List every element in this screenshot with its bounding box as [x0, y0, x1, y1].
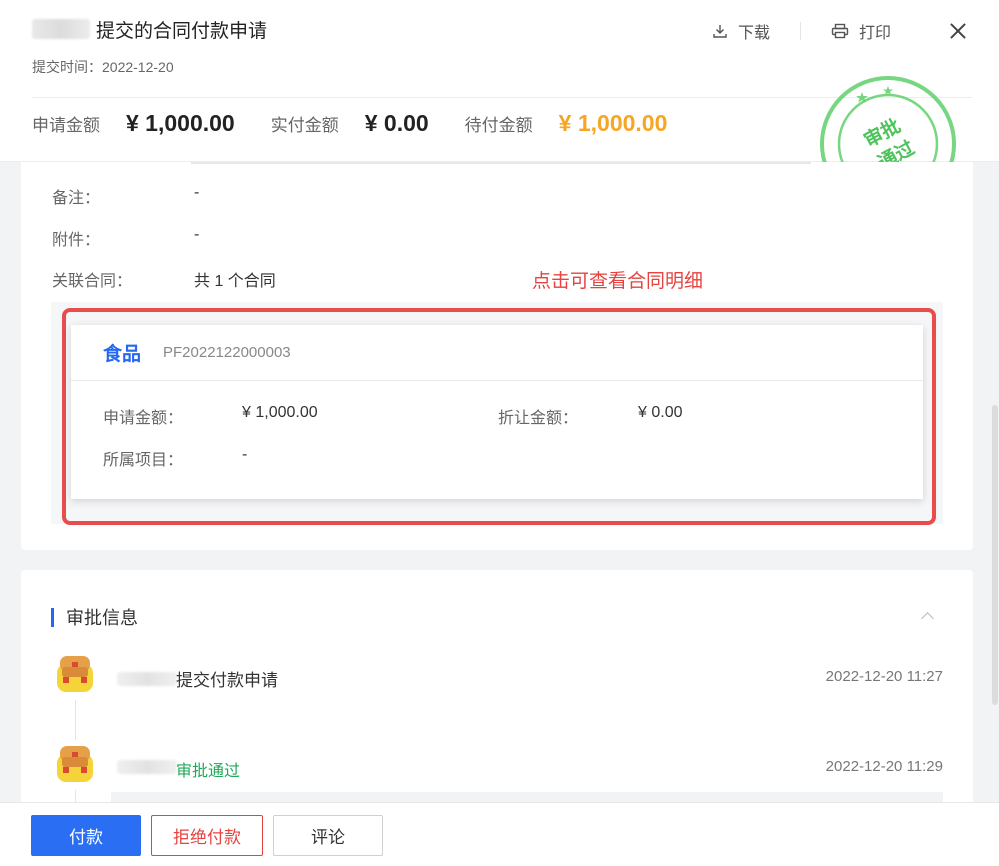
avatar-image	[57, 656, 93, 692]
timeline-time: 2022-12-20 11:29	[825, 758, 943, 775]
contract-apply-value: ¥ 1,000.00	[242, 404, 318, 421]
submit-time: 提交时间：2022-12-20	[32, 59, 174, 75]
printer-icon	[831, 23, 849, 39]
action-footer: 付款 拒绝付款 评论	[0, 802, 999, 866]
close-icon[interactable]	[949, 22, 967, 40]
pending-amount-value: ¥ 1,000.00	[558, 110, 668, 136]
detail-card: 备注： - 附件： - 关联合同： 共 1 个合同 点击可查看合同明细 食品 P…	[21, 162, 973, 550]
pay-button[interactable]: 付款	[31, 815, 141, 856]
contract-discount-value: ¥ 0.00	[638, 404, 683, 421]
apply-amount-label: 申请金额	[32, 116, 100, 135]
related-contract-value: 共 1 个合同	[194, 273, 276, 290]
contract-name[interactable]: 食品	[103, 339, 141, 366]
avatar-image	[57, 746, 93, 782]
contract-card[interactable]: 食品 PF2022122000003 申请金额： ¥ 1,000.00 折让金额…	[71, 325, 923, 499]
redacted-user-name	[117, 760, 177, 774]
download-icon	[713, 25, 727, 38]
contract-apply-label: 申请金额：	[103, 410, 184, 427]
download-label: 下载	[737, 25, 770, 42]
paid-amount-label: 实付金额	[270, 116, 339, 135]
chevron-up-icon[interactable]	[921, 610, 933, 622]
section-accent-bar	[51, 607, 54, 627]
reject-payment-button[interactable]: 拒绝付款	[151, 815, 263, 856]
paid-amount-value: ¥ 0.00	[364, 110, 429, 136]
related-contract-label: 关联合同：	[52, 273, 133, 290]
contract-project-label: 所属项目：	[103, 452, 184, 469]
scrollbar[interactable]	[992, 405, 998, 705]
approval-title: 审批信息	[66, 608, 138, 629]
view-contract-hint: 点击可查看合同明细	[532, 270, 704, 292]
contract-discount-label: 折让金额：	[498, 410, 579, 427]
print-label: 打印	[858, 25, 891, 42]
pending-amount-label: 待付金额	[464, 116, 533, 135]
approval-section-title: 审批信息	[51, 604, 138, 630]
avatar	[50, 650, 100, 700]
timeline-action: 提交付款申请	[176, 671, 278, 690]
page-title: 提交的合同付款申请	[96, 19, 268, 42]
collapsed-section-edge	[191, 162, 811, 164]
attachment-label: 附件：	[52, 232, 101, 249]
download-button[interactable]: 下载	[712, 19, 770, 43]
contract-card-header: 食品 PF2022122000003	[71, 325, 923, 381]
remark-value: -	[194, 184, 200, 201]
action-separator	[799, 22, 801, 40]
header-actions: 下载 打印	[712, 18, 967, 44]
avatar	[50, 740, 100, 790]
timeline-action-approved: 审批通过	[176, 763, 241, 780]
apply-amount-value: ¥ 1,000.00	[126, 110, 235, 136]
amount-summary: 申请金额 ¥ 1,000.00 实付金额 ¥ 0.00 待付金额 ¥ 1,000…	[32, 110, 703, 137]
contract-code: PF2022122000003	[163, 344, 291, 361]
contract-project-value: -	[242, 446, 248, 463]
title-row: 提交的合同付款申请	[32, 14, 267, 44]
redacted-user-name	[117, 672, 177, 686]
remark-label: 备注：	[52, 190, 101, 207]
approval-card: 审批信息 提交付款申请 2022-12-20 11:27 审批通过 2022-1…	[21, 570, 973, 810]
timeline-time: 2022-12-20 11:27	[825, 668, 943, 685]
attachment-value: -	[194, 226, 200, 243]
comment-button[interactable]: 评论	[273, 815, 383, 856]
print-button[interactable]: 打印	[831, 19, 891, 43]
redacted-submitter-name	[32, 19, 90, 39]
